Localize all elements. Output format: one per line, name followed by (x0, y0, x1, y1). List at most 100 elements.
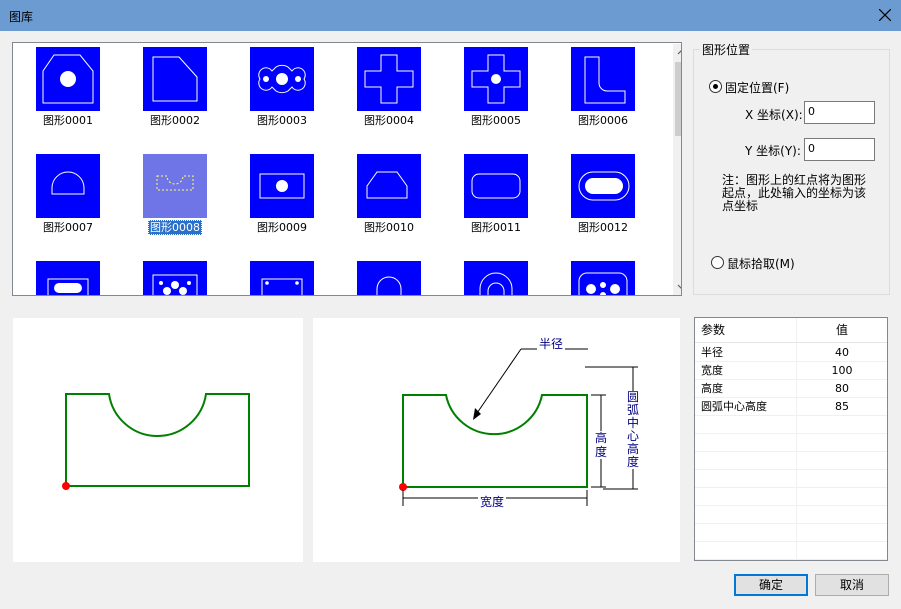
gallery-thumbnail-label[interactable]: 图形0002 (130, 113, 220, 129)
rounded-multi-hole-icon (578, 272, 628, 295)
gallery-thumbnail-label[interactable]: 图形0003 (237, 113, 327, 129)
thumbnail-label-text: 图形0008 (148, 220, 202, 235)
table-row-empty (695, 434, 887, 452)
arch-small-icon (376, 276, 402, 295)
shape-gallery[interactable]: 图形0001 图形0002 图形0003 图形0004 图形0005 图形0006 图形00… (12, 42, 682, 296)
parameter-table[interactable]: 参数 值 半径 40 宽度 100 高度 80 圆弧中心高度 85 (694, 317, 888, 561)
gallery-thumbnail-label[interactable]: 图形0010 (344, 220, 434, 236)
chevron-up-icon (677, 50, 681, 55)
close-button[interactable] (869, 0, 901, 31)
param-name: 半径 (701, 346, 723, 359)
thumbnail-label-text: 图形0006 (578, 114, 628, 127)
arch-inner-icon (479, 272, 513, 295)
table-row-empty (695, 470, 887, 488)
gallery-thumbnail-label[interactable]: 图形0008 (130, 220, 220, 236)
dim-origin-point (399, 483, 407, 491)
fixed-position-radio[interactable] (709, 80, 722, 93)
shape-outline (65, 393, 250, 487)
param-value[interactable]: 40 (797, 344, 887, 361)
scroll-thumb[interactable] (675, 62, 681, 136)
rect-chamfer-corner-icon (152, 56, 198, 102)
position-note: 注：图形上的红点将为图形起点，此处输入的坐标为该点坐标 (722, 173, 867, 213)
thumbnail-label-text: 图形0002 (150, 114, 200, 127)
shape-preview (13, 318, 303, 562)
thumbnail-label-text: 图形0010 (364, 221, 414, 234)
rect-slot-icon (47, 278, 89, 295)
gallery-thumbnail[interactable] (250, 154, 314, 218)
thumbnail-label-text: 图形0011 (471, 221, 521, 234)
table-row-empty (695, 488, 887, 506)
gallery-thumbnail[interactable] (571, 47, 635, 111)
cancel-button[interactable]: 取消 (815, 574, 889, 596)
gallery-thumbnail[interactable] (357, 154, 421, 218)
gallery-thumbnail[interactable] (357, 47, 421, 111)
mouse-pick-label[interactable]: 鼠标拾取(M) (727, 255, 795, 272)
gallery-thumbnail[interactable] (36, 154, 100, 218)
gallery-thumbnail[interactable] (357, 261, 421, 295)
param-column-header: 参数 (701, 323, 726, 337)
mouse-pick-radio[interactable] (711, 256, 724, 269)
gallery-thumbnail[interactable] (36, 47, 100, 111)
gallery-thumbnail-label[interactable]: 图形0004 (344, 113, 434, 129)
table-row-empty (695, 506, 887, 524)
table-row[interactable]: 高度 80 (695, 380, 887, 398)
close-icon (879, 9, 891, 21)
gallery-thumbnail[interactable] (143, 47, 207, 111)
shape-preview-drawing (62, 393, 250, 490)
thumbnail-label-text: 图形0005 (471, 114, 521, 127)
param-name: 高度 (701, 382, 723, 395)
gallery-thumbnail-label[interactable]: 图形0012 (558, 220, 648, 236)
thumbnail-label-text: 图形0004 (364, 114, 414, 127)
title-bar: 图库 (0, 0, 901, 31)
position-group-title: 图形位置 (700, 41, 753, 58)
gallery-thumbnail[interactable] (571, 261, 635, 295)
gallery-scrollbar[interactable] (673, 44, 681, 295)
y-coord-input[interactable]: 0 (804, 138, 875, 161)
chamfer-top-icon (366, 171, 408, 199)
gallery-thumbnail[interactable] (571, 154, 635, 218)
table-row-empty (695, 524, 887, 542)
table-row-empty (695, 416, 887, 434)
thumbnail-label-text: 图形0001 (43, 114, 93, 127)
gallery-thumbnail-label[interactable]: 图形0005 (451, 113, 541, 129)
dim-shape-outline (402, 394, 588, 488)
ok-button[interactable]: 确定 (734, 574, 808, 596)
three-hole-flange-icon (258, 64, 306, 94)
width-label: 宽度 (478, 493, 507, 510)
param-value[interactable]: 80 (797, 380, 887, 397)
chevron-down-icon (677, 284, 681, 289)
gallery-thumbnail[interactable] (464, 47, 528, 111)
value-column-header: 值 (835, 323, 848, 337)
scroll-down-arrow[interactable] (673, 278, 681, 295)
thumbnail-label-text: 图形0012 (578, 221, 628, 234)
param-value[interactable]: 100 (797, 362, 887, 379)
gallery-thumbnail[interactable] (464, 261, 528, 295)
cross-icon (364, 54, 414, 104)
cross-hole-icon (471, 54, 521, 104)
scroll-up-arrow[interactable] (673, 44, 681, 61)
gallery-thumbnail[interactable] (464, 154, 528, 218)
radius-leader-line (474, 348, 522, 417)
rect-chamfer-hole-icon (42, 54, 94, 104)
fixed-position-label[interactable]: 固定位置(F) (725, 79, 789, 96)
gallery-thumbnail[interactable] (143, 261, 207, 295)
gallery-thumbnail-label[interactable]: 图形0011 (451, 220, 541, 236)
gallery-thumbnail[interactable] (36, 261, 100, 295)
gallery-thumbnail-label[interactable]: 图形0001 (23, 113, 113, 129)
gallery-thumbnail[interactable] (250, 261, 314, 295)
gallery-thumbnail-label[interactable]: 图形0007 (23, 220, 113, 236)
x-coord-input[interactable]: 0 (804, 101, 875, 124)
param-value[interactable]: 85 (797, 398, 887, 415)
table-row[interactable]: 圆弧中心高度 85 (695, 398, 887, 416)
thumbnail-label-text: 图形0009 (257, 221, 307, 234)
table-row[interactable]: 宽度 100 (695, 362, 887, 380)
rounded-rect-icon (471, 173, 521, 199)
gallery-thumbnail[interactable] (250, 47, 314, 111)
table-row[interactable]: 半径 40 (695, 344, 887, 362)
radius-label: 半径 (537, 335, 566, 352)
gallery-thumbnail[interactable] (143, 154, 207, 218)
window-title: 图库 (9, 10, 34, 24)
gallery-thumbnail-label[interactable]: 图形0006 (558, 113, 648, 129)
gallery-thumbnail-label[interactable]: 图形0009 (237, 220, 327, 236)
param-name: 宽度 (701, 364, 723, 377)
